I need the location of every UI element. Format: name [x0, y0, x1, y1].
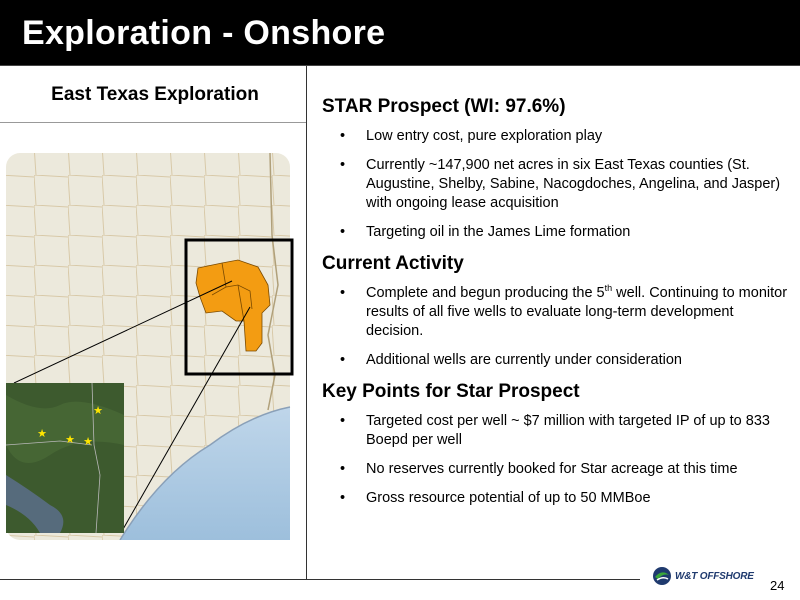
section-title-key-points: Key Points for Star Prospect [322, 381, 580, 402]
east-texas-map: ★ ★ ★ ★ [0, 145, 306, 540]
list-item: • Low entry cost, pure exploration play [340, 128, 603, 144]
content-column: STAR Prospect (WI: 97.6%) • Low entry cos… [322, 95, 792, 518]
list-item: • Currently ~147,900 net acres in six Eas… [340, 157, 781, 211]
bullet-list: • Targeted cost per well ~ $7 million wit… [322, 412, 792, 508]
well-star-icon: ★ [37, 428, 47, 440]
list-item: • Targeted cost per well ~ $7 million wit… [340, 413, 770, 448]
column-divider [306, 66, 307, 580]
logo-swirl-icon [653, 567, 671, 585]
page-number: 24 [770, 578, 785, 593]
bullet-list: • Complete and begun producing the 5th we… [322, 284, 792, 370]
left-panel-divider [0, 122, 306, 123]
section-title-current-activity: Current Activity [322, 253, 464, 274]
well-star-icon: ★ [65, 434, 75, 446]
page-title: Exploration - Onshore [22, 14, 386, 52]
logo-text: W&T OFFSHORE [675, 570, 754, 582]
footer-rule [0, 579, 640, 580]
map-graphic: ★ ★ ★ ★ [5, 152, 294, 540]
list-item: • Complete and begun producing the 5th we… [340, 283, 788, 339]
list-item: • No reserves currently booked for Star a… [340, 461, 738, 477]
well-star-icon: ★ [93, 405, 103, 417]
left-panel-title: East Texas Exploration [51, 84, 259, 105]
section-title-star-prospect: STAR Prospect (WI: 97.6%) [322, 96, 566, 117]
bullet-list: • Low entry cost, pure exploration play •… [322, 127, 792, 242]
list-item: • Targeting oil in the James Lime formati… [340, 224, 631, 240]
list-item: • Gross resource potential of up to 50 MM… [340, 490, 651, 506]
title-bar: Exploration - Onshore [0, 0, 800, 66]
company-logo: W&T OFFSHORE [652, 566, 754, 586]
well-star-icon: ★ [83, 436, 93, 448]
list-item: • Additional wells are currently under co… [340, 352, 682, 368]
